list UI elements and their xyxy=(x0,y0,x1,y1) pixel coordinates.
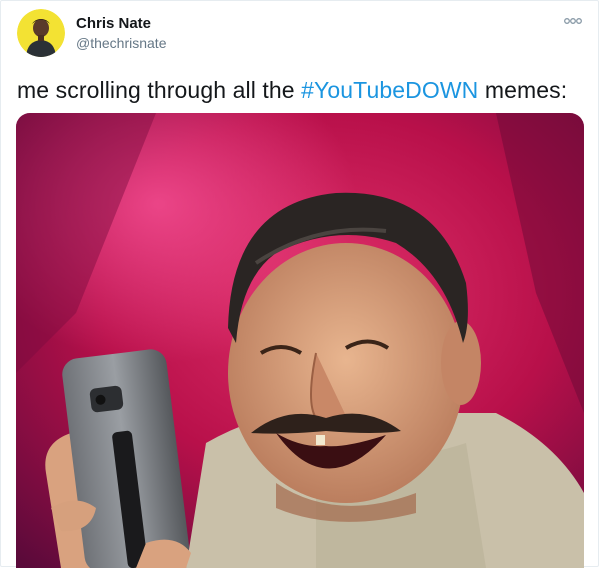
more-options-icon[interactable] xyxy=(562,13,584,29)
tweet-text-after: memes: xyxy=(478,77,568,103)
avatar-image xyxy=(17,9,65,57)
tweet-text: me scrolling through all the #YouTubeDOW… xyxy=(17,77,567,104)
tweet-media-image[interactable] xyxy=(16,113,584,568)
author-avatar[interactable] xyxy=(17,9,65,57)
tweet-card: Chris Nate @thechrisnate me scrolling th… xyxy=(0,0,599,568)
meme-photo xyxy=(16,113,584,568)
author-handle[interactable]: @thechrisnate xyxy=(76,35,166,51)
hashtag-link[interactable]: #YouTubeDOWN xyxy=(301,77,478,103)
author-name[interactable]: Chris Nate xyxy=(76,15,151,32)
tweet-text-before: me scrolling through all the xyxy=(17,77,302,103)
